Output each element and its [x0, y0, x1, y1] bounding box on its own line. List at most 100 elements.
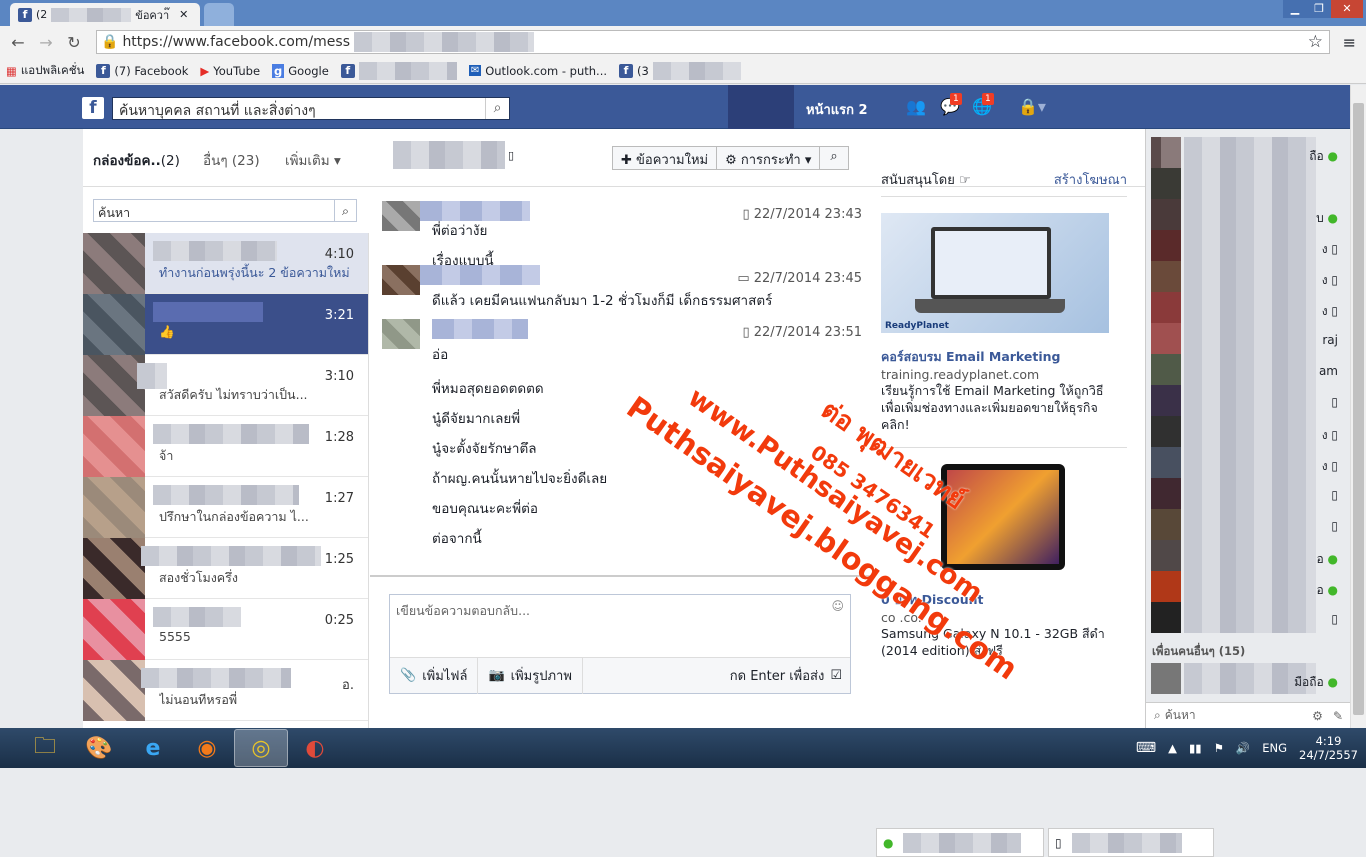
bookmark-redacted[interactable]: f [340, 61, 457, 80]
back-arrow-icon[interactable]: ← [4, 33, 32, 52]
chat-contact[interactable]: ▯ [1146, 478, 1350, 509]
search-icon[interactable]: ⌕ [485, 98, 509, 119]
profile-avatar-redacted[interactable] [728, 85, 794, 133]
chat-contact[interactable]: ถือ ● [1146, 137, 1350, 168]
new-tab-button[interactable] [204, 3, 234, 26]
browser-tab[interactable]: f (2 ข้อควา๊ ✕ [10, 3, 200, 26]
chat-contact[interactable]: มือถือ ● [1146, 663, 1350, 694]
chat-contact[interactable]: อ ● [1146, 540, 1350, 571]
add-photo-button[interactable]: 📷 เพิ่มรูปภาพ [478, 657, 583, 694]
menu-icon[interactable]: ≡ [1343, 33, 1356, 52]
avatar [1151, 323, 1181, 354]
system-tray: ⌨ ▲ ▮▮ ⚑ 🔊 ENG 4:19 24/7/2557 [1136, 728, 1358, 768]
chat-contact[interactable]: ง ▯ [1146, 261, 1350, 292]
thread-item[interactable]: 3:10 สวัสดีครับ ไม่ทราบว่าเป็น... [83, 355, 368, 416]
thread-search-input[interactable]: ค้นหา ⌕ [93, 199, 357, 222]
restore-button[interactable]: ❐ [1307, 0, 1331, 18]
ad-title[interactable]: คอร์สอบรม Email Marketing [881, 347, 1127, 367]
ad-image-laptop[interactable]: ReadyPlanet [881, 213, 1109, 333]
bookmark-facebook[interactable]: f (7) Facebook [96, 63, 188, 78]
search-icon[interactable]: ⌕ [334, 200, 356, 221]
privacy-shortcuts-icon[interactable]: 🔒▾ [1018, 97, 1046, 116]
bookmark-facebook-3[interactable]: f (3 [619, 61, 741, 80]
minimize-button[interactable]: ▁ [1283, 0, 1307, 18]
chat-contact[interactable]: ▯ [1146, 385, 1350, 416]
keyboard-icon[interactable]: ⌨ [1136, 740, 1156, 756]
online-dot-icon: ● [1327, 583, 1338, 597]
show-hidden-icons-icon[interactable]: ▲ [1168, 741, 1177, 755]
reload-icon[interactable]: ↻ [60, 33, 88, 52]
facebook-logo-icon[interactable]: f [82, 97, 104, 119]
facebook-search-input[interactable]: ค้นหาบุคคล สถานที่ และสิ่งต่างๆ ⌕ [112, 97, 510, 120]
chat-contact[interactable]: raj [1146, 323, 1350, 354]
chrome-icon[interactable]: ◎ [234, 729, 288, 767]
chat-contact[interactable]: ง ▯ [1146, 230, 1350, 261]
readyplanet-logo: ReadyPlanet [885, 321, 949, 331]
avatar [1151, 137, 1181, 168]
thread-item[interactable]: 0:25 5555 [83, 599, 368, 660]
chat-contact[interactable]: ง ▯ [1146, 416, 1350, 447]
paint-icon[interactable]: 🎨 [72, 729, 126, 767]
bookmark-outlook[interactable]: ✉ Outlook.com - puth... [468, 64, 607, 78]
thread-item[interactable]: 1:28 จ้า [83, 416, 368, 477]
message-row: ถ้าผญ.คนนั้นหายไปจะยิ่งดีเลย [432, 471, 608, 487]
emoji-icon[interactable]: ☺ [831, 599, 844, 613]
firefox-icon[interactable]: ◉ [180, 729, 234, 767]
action-center-icon[interactable]: ⚑ [1214, 741, 1224, 755]
online-dot-icon: ● [1327, 675, 1338, 689]
chat-tab[interactable]: ▯ [1048, 828, 1214, 857]
volume-icon[interactable]: 🔊 [1236, 741, 1250, 755]
actions-button[interactable]: ⚙ การกระทำ ▾ [717, 147, 821, 169]
scrollbar-thumb[interactable] [1353, 103, 1364, 715]
thread-item[interactable]: 4:10 ทำงานก่อนพรุ่งนี้นะ 2 ข้อความใหม่ [83, 233, 368, 294]
attach-file-button[interactable]: 📎 เพิ่มไฟล์ [390, 657, 479, 694]
tab-other[interactable]: อื่นๆ (23) [203, 149, 260, 171]
ad-image-tablet[interactable] [941, 464, 1065, 570]
close-tab-icon[interactable]: ✕ [179, 8, 188, 21]
new-message-button[interactable]: ✚ ข้อความใหม่ [613, 147, 718, 169]
thread-item[interactable]: อ. ไม่นอนทีหรอพี่ [83, 660, 368, 721]
bookmark-youtube[interactable]: ▶ YouTube [200, 64, 260, 78]
search-conversation-button[interactable]: ⌕ [820, 147, 847, 169]
thread-item[interactable]: 1:25 สองชั่วโมงครึ่ง [83, 538, 368, 599]
enter-to-send-toggle[interactable]: กด Enter เพื่อส่ง ☑ [730, 665, 842, 686]
online-dot-icon: ● [1327, 149, 1338, 163]
messages-icon[interactable]: 💬 1 [940, 93, 962, 116]
screen-recorder-icon[interactable]: ◐ [288, 729, 342, 767]
close-window-button[interactable]: ✕ [1331, 0, 1363, 18]
bookmark-apps[interactable]: ▦ แอปพลิเคชั่น [6, 62, 84, 80]
chat-contact[interactable]: ง ▯ [1146, 447, 1350, 478]
language-indicator[interactable]: ENG [1262, 741, 1287, 755]
bookmark-google[interactable]: g Google [272, 63, 329, 78]
chat-contact[interactable]: อ ● [1146, 571, 1350, 602]
reply-input[interactable]: เขียนข้อความตอบกลับ... [396, 601, 836, 621]
chat-contact[interactable]: บ ● [1146, 199, 1350, 230]
chat-tab[interactable]: ● [876, 828, 1044, 857]
home-link[interactable]: หน้าแรก 2 [806, 99, 868, 120]
chat-contact[interactable] [1146, 168, 1350, 199]
network-icon[interactable]: ▮▮ [1189, 741, 1202, 755]
gear-icon[interactable]: ⚙ [1312, 709, 1323, 723]
chat-contact[interactable]: ง ▯ [1146, 292, 1350, 323]
thread-item[interactable]: 3:21 👍 [83, 294, 368, 355]
forward-arrow-icon[interactable]: → [32, 33, 60, 52]
message-row: เรื่องแบบนี้ [432, 253, 494, 269]
tab-inbox[interactable]: กล่องข้อค..(2) [93, 149, 180, 171]
chat-contact[interactable]: ▯ [1146, 602, 1350, 633]
chat-search-input[interactable]: ⌕ ค้นหา ⚙ ✎ [1146, 702, 1351, 728]
file-explorer-icon[interactable]: 🗀 [18, 729, 72, 767]
friend-requests-icon[interactable]: 👥 [906, 97, 926, 116]
notifications-globe-icon[interactable]: 🌐 1 [972, 93, 994, 116]
chat-contact[interactable]: am [1146, 354, 1350, 385]
ad-title[interactable]: 0 บาท Discount [881, 590, 1127, 610]
thread-item[interactable]: 1:27 ปรึกษาในกล่องข้อความ ไ... [83, 477, 368, 538]
address-bar[interactable]: 🔒 https://www.facebook.com/mess ☆ [96, 30, 1330, 54]
star-icon[interactable]: ☆ [1308, 32, 1323, 52]
tab-more[interactable]: เพิ่มเติม ▾ [285, 149, 341, 171]
compose-icon[interactable]: ✎ [1333, 709, 1343, 723]
internet-explorer-icon[interactable]: e [126, 729, 180, 767]
chat-contact[interactable]: ▯ [1146, 509, 1350, 540]
page-scrollbar[interactable] [1350, 85, 1366, 728]
clock[interactable]: 4:19 24/7/2557 [1299, 734, 1358, 762]
create-ad-link[interactable]: สร้างโฆษณา [1054, 169, 1127, 190]
